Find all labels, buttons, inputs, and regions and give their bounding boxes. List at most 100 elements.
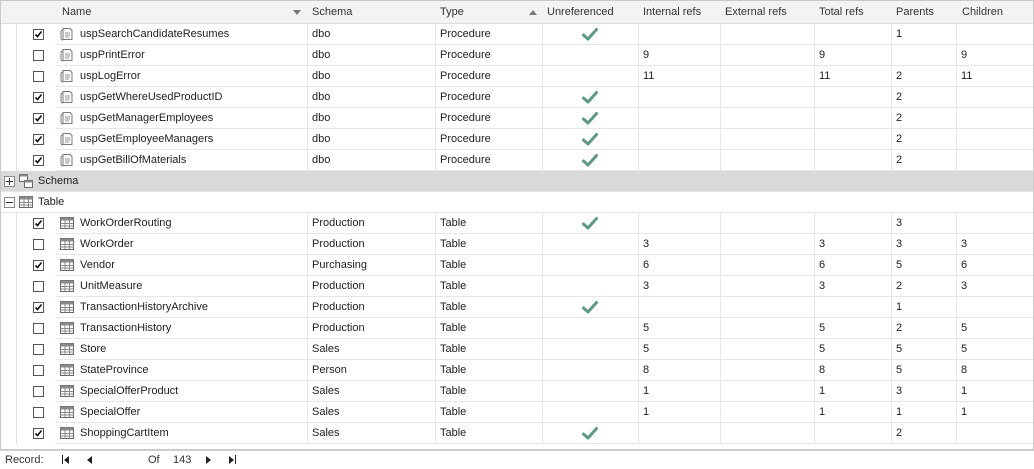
value-internal: 5	[643, 322, 650, 334]
table-row[interactable]: TransactionHistory Production Table 5 5 2 5	[1, 318, 1033, 339]
row-checkbox[interactable]	[33, 113, 44, 124]
row-checkbox[interactable]	[33, 281, 44, 292]
row-checkbox[interactable]	[33, 239, 44, 250]
value-internal: 5	[643, 343, 650, 355]
cell-parents: 2	[892, 150, 957, 171]
value-schema: Sales	[312, 343, 340, 355]
row-checkbox[interactable]	[33, 407, 44, 418]
table-row[interactable]: ShoppingCartItem Sales Table 2	[1, 423, 1033, 444]
column-header-parents[interactable]: Parents	[896, 1, 934, 24]
table-row[interactable]: UnitMeasure Production Table 3 3 2 3	[1, 276, 1033, 297]
cell-internal	[639, 423, 721, 444]
group-row-table[interactable]: Table	[1, 192, 1033, 213]
schema-icon	[19, 174, 33, 188]
cell-schema: Production	[308, 276, 436, 297]
cell-external	[721, 87, 815, 108]
cell-parents: 2	[892, 318, 957, 339]
table-row[interactable]: WorkOrderRouting Production Table 3	[1, 213, 1033, 234]
cell-total: 6	[815, 255, 892, 276]
table-row[interactable]: WorkOrder Production Table 3 3 3 3	[1, 234, 1033, 255]
next-record-icon[interactable]	[203, 451, 217, 469]
table-row[interactable]: uspPrintError dbo Procedure 9 9 9	[1, 45, 1033, 66]
value-total: 8	[819, 364, 826, 376]
expand-icon[interactable]	[4, 176, 15, 187]
row-checkbox[interactable]	[33, 155, 44, 166]
group-row-schema[interactable]: Schema	[1, 171, 1033, 192]
last-record-icon[interactable]	[226, 451, 240, 469]
cell-internal: 8	[639, 360, 721, 381]
table-row[interactable]: uspGetEmployeeManagers dbo Procedure 2	[1, 129, 1033, 150]
cell-external	[721, 360, 815, 381]
cell-children: 3	[957, 234, 1033, 255]
table-row[interactable]: StateProvince Person Table 8 8 5 8	[1, 360, 1033, 381]
row-checkbox[interactable]	[33, 428, 44, 439]
column-header-external[interactable]: External refs	[725, 1, 787, 24]
cell-internal	[639, 150, 721, 171]
row-checkbox[interactable]	[33, 386, 44, 397]
table-row[interactable]: uspGetBillOfMaterials dbo Procedure 2	[1, 150, 1033, 171]
first-record-icon[interactable]	[60, 451, 74, 469]
object-name: uspGetManagerEmployees	[80, 112, 214, 124]
table-row[interactable]: Store Sales Table 5 5 5 5	[1, 339, 1033, 360]
cell-parents	[892, 45, 957, 66]
value-schema: Production	[312, 301, 365, 313]
table-row[interactable]: uspSearchCandidateResumes dbo Procedure 1	[1, 24, 1033, 45]
row-checkbox[interactable]	[33, 365, 44, 376]
cell-type: Procedure	[436, 129, 543, 150]
record-navigator: Record: Of 143	[0, 450, 1034, 469]
cell-name: uspPrintError	[55, 45, 308, 66]
collapse-icon[interactable]	[4, 197, 15, 208]
results-grid: Name Schema Type Unreferenced Internal refs E…	[0, 0, 1034, 450]
column-header-type[interactable]: Type	[440, 1, 464, 24]
cell-schema: Sales	[308, 402, 436, 423]
table-row[interactable]: SpecialOffer Sales Table 1 1 1 1	[1, 402, 1033, 423]
table-row[interactable]: TransactionHistoryArchive Production Table…	[1, 297, 1033, 318]
object-name: StateProvince	[80, 364, 149, 376]
column-header-name[interactable]: Name	[62, 1, 91, 24]
cell-children	[957, 213, 1033, 234]
table-row[interactable]: uspLogError dbo Procedure 11 11 2 11	[1, 66, 1033, 87]
row-checkbox[interactable]	[33, 134, 44, 145]
cell-parents: 2	[892, 108, 957, 129]
row-checkbox[interactable]	[33, 260, 44, 271]
cell-name: WorkOrder	[55, 234, 308, 255]
column-header-total[interactable]: Total refs	[819, 1, 864, 24]
row-checkbox[interactable]	[33, 323, 44, 334]
table-row[interactable]: uspGetManagerEmployees dbo Procedure 2	[1, 108, 1033, 129]
column-header-unref[interactable]: Unreferenced	[547, 1, 614, 24]
value-parents: 3	[896, 238, 903, 250]
cell-schema: dbo	[308, 108, 436, 129]
column-header-schema[interactable]: Schema	[312, 1, 352, 24]
value-children: 5	[961, 322, 968, 334]
row-checkbox[interactable]	[33, 218, 44, 229]
cell-internal: 9	[639, 45, 721, 66]
value-type: Procedure	[440, 154, 491, 166]
cell-total	[815, 87, 892, 108]
row-checkbox[interactable]	[33, 344, 44, 355]
table-row[interactable]: uspGetWhereUsedProductID dbo Procedure 2	[1, 87, 1033, 108]
row-checkbox[interactable]	[33, 92, 44, 103]
value-total: 11	[819, 70, 831, 82]
row-checkbox[interactable]	[33, 29, 44, 40]
previous-record-icon[interactable]	[84, 451, 98, 469]
cell-parents: 2	[892, 87, 957, 108]
record-total: 143	[173, 454, 192, 466]
row-checkbox[interactable]	[33, 50, 44, 61]
cell-type: Table	[436, 318, 543, 339]
column-header-internal[interactable]: Internal refs	[643, 1, 701, 24]
table-row[interactable]: Vendor Purchasing Table 6 6 5 6	[1, 255, 1033, 276]
object-name: uspPrintError	[80, 49, 145, 61]
cell-name: uspGetEmployeeManagers	[55, 129, 308, 150]
cell-type: Table	[436, 360, 543, 381]
row-checkbox[interactable]	[33, 302, 44, 313]
row-checkbox[interactable]	[33, 71, 44, 82]
column-header-children[interactable]: Children	[962, 1, 1003, 24]
unreferenced-check-icon	[582, 112, 598, 128]
table-row[interactable]: SpecialOfferProduct Sales Table 1 1 3 1	[1, 381, 1033, 402]
cell-unref	[543, 381, 639, 402]
cell-total	[815, 150, 892, 171]
unreferenced-check-icon	[582, 154, 598, 170]
table-icon	[60, 426, 74, 443]
value-parents: 2	[896, 427, 903, 439]
cell-external	[721, 24, 815, 45]
